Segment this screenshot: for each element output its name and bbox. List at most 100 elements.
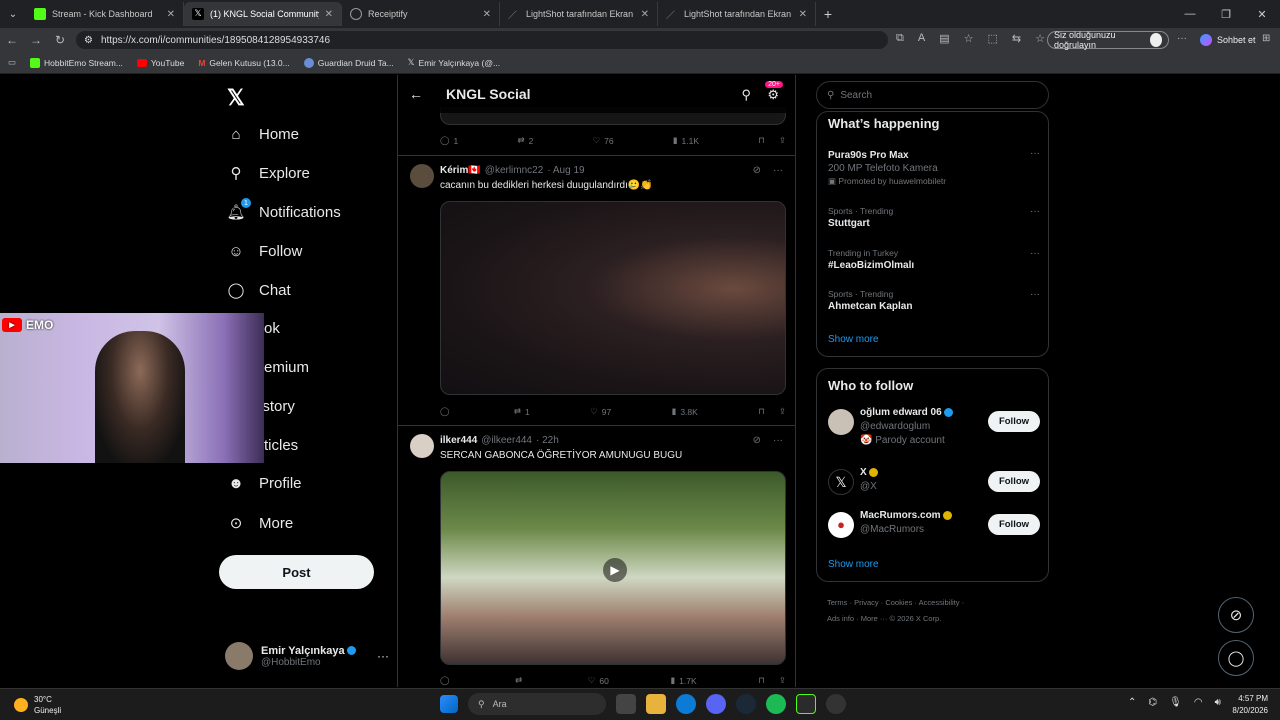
tab-lightshot-2[interactable]: ／LightShot tarafından Ekran Görün✕ <box>658 2 816 26</box>
nav-more[interactable]: ⊙ More <box>227 514 293 533</box>
views-button[interactable]: ▮ 1.7K <box>670 675 696 686</box>
volume-icon[interactable]: 🔊︎ <box>1215 697 1221 708</box>
edge-icon[interactable] <box>676 694 696 714</box>
sidebar-toggle-icon[interactable]: ⊞ <box>1262 33 1270 44</box>
messages-float-button[interactable]: ◯ <box>1218 640 1254 676</box>
tray-overflow-icon[interactable]: ⌃ <box>1128 697 1136 708</box>
more-options-icon[interactable]: ··· <box>1030 206 1040 217</box>
favorites-icon[interactable]: ☆ <box>1035 32 1045 45</box>
forward-button[interactable]: → <box>24 33 48 47</box>
bookmark-guardian-druid[interactable]: Guardian Druid Ta... <box>303 57 394 68</box>
close-icon[interactable]: ✕ <box>641 9 649 20</box>
bookmark-button[interactable]: ⊓ ⇪ <box>758 675 786 686</box>
tweet[interactable]: ilker444 @ilkeer444 · 22h ⊘ ··· SERCAN GABO… <box>398 425 795 687</box>
nav-chat[interactable]: ◯ Chat <box>227 281 291 300</box>
bookmark-youtube[interactable]: YouTube <box>136 58 184 68</box>
follow-suggestion[interactable]: ● MacRumors.com @MacRumors Follow <box>828 510 1040 546</box>
tab-lightshot-1[interactable]: ／LightShot tarafından Ekran Görün✕ <box>500 2 658 26</box>
reply-button[interactable]: ◯ <box>440 406 454 417</box>
reader-icon[interactable]: ▤ <box>939 32 949 45</box>
avatar[interactable] <box>410 164 434 188</box>
trend-item[interactable]: Sports · Trending Stuttgart ··· <box>828 206 1040 229</box>
network-icon[interactable]: ⌬ <box>1148 697 1157 708</box>
steam-icon[interactable] <box>736 694 756 714</box>
grok-float-button[interactable]: ⊘ <box>1218 597 1254 633</box>
bookmark-button[interactable]: ⊓ ⇪ <box>758 406 786 417</box>
post-button[interactable]: Post <box>219 555 374 589</box>
share-icon[interactable]: ⇪ <box>779 675 786 686</box>
avatar[interactable] <box>410 434 434 458</box>
follow-button[interactable]: Follow <box>988 471 1040 492</box>
like-button[interactable]: ♡ 60 <box>588 675 609 686</box>
profile-switch-icon[interactable]: ⇆ <box>1012 32 1021 45</box>
play-icon[interactable]: ▶ <box>603 558 627 582</box>
taskbar-search[interactable]: ⚲ Ara <box>468 693 606 715</box>
favorite-star-icon[interactable]: ☆ <box>964 32 974 45</box>
bookmarks-menu-icon[interactable]: ▭ <box>8 57 16 68</box>
close-icon[interactable]: ✕ <box>325 9 333 20</box>
window-close-button[interactable]: ✕ <box>1244 0 1280 28</box>
obs-icon[interactable] <box>826 694 846 714</box>
reply-button[interactable]: ◯ <box>440 675 454 686</box>
nav-explore[interactable]: ⚲ Explore <box>227 164 310 183</box>
close-icon[interactable]: ✕ <box>167 9 175 20</box>
spotify-icon[interactable] <box>766 694 786 714</box>
more-options-icon[interactable]: ··· <box>1030 289 1040 300</box>
translate-icon[interactable]: ⧉ <box>896 32 904 45</box>
tab-receiptify[interactable]: Receiptify ✕ <box>342 2 500 26</box>
share-icon[interactable]: ⇪ <box>779 406 786 417</box>
more-options-icon[interactable]: ··· <box>1030 148 1040 159</box>
share-icon[interactable]: ⇪ <box>779 135 786 146</box>
extensions-icon[interactable]: ⬚ <box>987 32 997 45</box>
grok-icon[interactable]: ⊘ <box>753 165 761 176</box>
nav-notifications[interactable]: 🔔︎ 1 Notifications <box>226 198 341 221</box>
views-button[interactable]: ▮ 3.8K <box>672 406 698 417</box>
follow-button[interactable]: Follow <box>988 514 1040 535</box>
search-icon[interactable]: ⚲ <box>741 87 751 103</box>
bookmark-gmail[interactable]: M Gelen Kutusu (13.0... <box>198 58 289 68</box>
reply-button[interactable]: ◯ 1 <box>440 135 458 146</box>
like-button[interactable]: ♡ 76 <box>593 135 614 146</box>
show-more-link[interactable]: Show more <box>828 334 879 345</box>
repost-button[interactable]: ⇄ 1 <box>514 406 530 417</box>
tab-kick[interactable]: Stream - Kick Dashboard ✕ <box>26 2 184 26</box>
tab-x-community[interactable]: 𝕏 (1) KNGL Social Community / ✕ <box>184 2 342 26</box>
repost-button[interactable]: ⇄ <box>515 675 526 686</box>
new-tab-button[interactable]: + <box>816 6 840 22</box>
more-options-icon[interactable]: ··· <box>1030 248 1040 259</box>
bookmark-button[interactable]: ⊓ ⇪ <box>758 135 786 146</box>
trend-item[interactable]: Trending in Turkey #LeaoBizimOlmalı ··· <box>828 248 1040 271</box>
bookmark-emir[interactable]: 𝕏 Emir Yalçınkaya (@... <box>408 57 500 68</box>
show-more-link[interactable]: Show more <box>828 559 879 570</box>
more-options-icon[interactable]: ··· <box>377 649 389 663</box>
back-arrow-icon[interactable]: ← <box>398 86 434 102</box>
discord-icon[interactable] <box>706 694 726 714</box>
bookmark-hobbitemo[interactable]: HobbitEmo Stream... <box>30 57 123 68</box>
x-logo-icon[interactable]: 𝕏 <box>227 85 245 111</box>
nav-home[interactable]: ⌂ Home <box>227 125 299 143</box>
close-icon[interactable]: ✕ <box>483 9 491 20</box>
search-input[interactable]: ⚲ Search <box>816 81 1049 109</box>
follow-suggestion[interactable]: oğlum edward 06 @edwardoglum 🤡 Parody ac… <box>828 407 1040 446</box>
reload-button[interactable]: ↻ <box>48 33 72 47</box>
follow-suggestion[interactable]: 𝕏 X @X Follow <box>828 467 1040 503</box>
video-thumbnail[interactable]: ▶ <box>440 471 786 665</box>
url-field[interactable]: ⚙ https://x.com/i/communities/18950841289… <box>76 31 888 49</box>
restore-button[interactable]: ❐ <box>1208 0 1244 28</box>
minimize-button[interactable]: — <box>1172 0 1208 28</box>
more-options-icon[interactable]: ··· <box>773 435 783 446</box>
copilot-button[interactable]: Sohbet et <box>1200 34 1256 46</box>
tab-menu-icon[interactable]: ⌄ <box>0 0 26 28</box>
kick-app-icon[interactable] <box>796 694 816 714</box>
video-thumbnail[interactable] <box>440 201 786 395</box>
close-icon[interactable]: ✕ <box>799 9 807 20</box>
like-button[interactable]: ♡ 97 <box>590 406 611 417</box>
grok-icon[interactable]: ⊘ <box>753 435 761 446</box>
more-menu-icon[interactable]: ··· <box>1177 33 1187 44</box>
repost-button[interactable]: ⇄ 2 <box>517 135 533 146</box>
nav-follow[interactable]: ☺ Follow <box>227 242 302 260</box>
more-options-icon[interactable]: ··· <box>773 165 783 176</box>
file-explorer-icon[interactable] <box>646 694 666 714</box>
clock[interactable]: 4:57 PM 8/20/2026 <box>1222 693 1268 717</box>
site-info-icon[interactable]: ⚙ <box>84 35 93 46</box>
